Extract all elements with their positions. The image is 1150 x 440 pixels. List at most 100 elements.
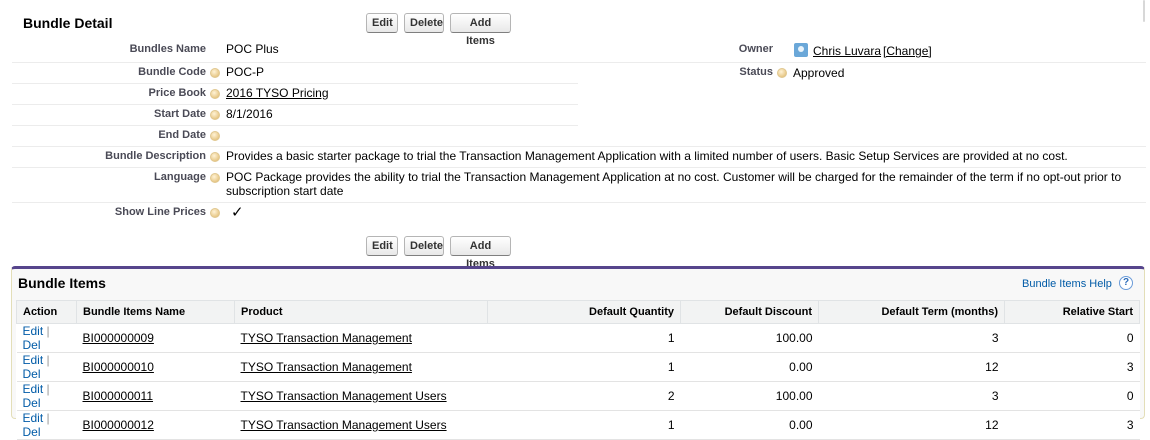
product-link[interactable]: TYSO Transaction Management Users [241,418,447,432]
add-items-button-top[interactable]: Add Items [450,13,511,47]
col-default-term: Default Term (months) [818,300,1005,324]
action-separator: | [46,324,50,338]
delete-button-bottom[interactable]: Delete [404,236,444,256]
table-row: Edit | Del BI000000010 TYSO Transaction … [16,352,1140,382]
product-link[interactable]: TYSO Transaction Management [241,331,412,345]
action-separator: | [46,353,50,367]
edit-link[interactable]: Edit [23,382,44,396]
bundles-name-value: POC Plus [226,42,279,56]
help-bubble-icon[interactable] [210,68,220,78]
bundle-detail-title: Bundle Detail [23,15,113,31]
show-line-prices-label: Show Line Prices [114,206,206,218]
owner-link[interactable]: Chris Luvara [813,44,881,58]
table-row: Edit | Del BI000000011 TYSO Transaction … [16,381,1140,411]
row-actions: Edit | Del [16,323,77,353]
bundle-item-name-link[interactable]: BI000000009 [83,331,154,345]
show-line-prices-checkmark: ✓ [231,204,244,221]
language-value: POC Package provides the ability to tria… [226,170,1122,198]
bundle-description-label: Bundle Description [105,150,206,162]
default-quantity-cell: 1 [487,352,681,382]
default-term-cell: 3 [818,323,1005,353]
divider [12,104,578,105]
divider [12,125,578,126]
del-link[interactable]: Del [23,367,41,381]
col-default-quantity: Default Quantity [487,300,681,324]
relative-start-cell: 3 [1004,352,1140,382]
bundle-items-help-link[interactable]: Bundle Items Help [1022,278,1112,290]
table-row: Edit | Del BI000000009 TYSO Transaction … [16,323,1140,353]
bundles-name-label: Bundles Name [129,43,206,55]
table-row: Edit | Del BI000000012 TYSO Transaction … [16,410,1140,440]
relative-start-cell: 3 [1004,410,1140,440]
divider [12,146,1146,147]
divider [12,83,578,84]
status-value: Approved [793,66,845,80]
bundle-items-table: Action Bundle Items Name Product Default… [16,300,1140,440]
divider [12,167,1146,168]
default-term-cell: 3 [818,381,1005,411]
user-avatar-icon [794,43,808,57]
scrollbar-thumb[interactable] [1143,0,1145,22]
bundle-items-title: Bundle Items [18,275,106,291]
del-link[interactable]: Del [23,396,41,410]
bundle-code-label: Bundle Code [138,66,206,78]
end-date-label: End Date [158,129,206,141]
default-term-cell: 12 [818,352,1005,382]
col-action: Action [16,300,77,324]
delete-button-top[interactable]: Delete [404,13,444,33]
bundle-item-name-link[interactable]: BI000000010 [83,360,154,374]
help-bubble-icon[interactable] [210,208,220,218]
action-separator: | [46,411,50,425]
col-bundle-items-name: Bundle Items Name [76,300,235,324]
del-link[interactable]: Del [23,338,41,352]
status-label: Status [739,66,773,78]
row-actions: Edit | Del [16,410,77,440]
action-separator: | [46,382,50,396]
help-bubble-icon[interactable] [210,89,220,99]
start-date-label: Start Date [154,108,206,120]
col-default-discount: Default Discount [680,300,819,324]
add-items-button-bottom[interactable]: Add Items [450,236,511,270]
language-label: Language [154,171,206,183]
edit-link[interactable]: Edit [23,411,44,425]
help-bubble-icon[interactable] [210,131,220,141]
row-actions: Edit | Del [16,352,77,382]
help-bubble-icon[interactable] [210,173,220,183]
relative-start-cell: 0 [1004,323,1140,353]
change-owner-link[interactable]: [Change] [883,44,932,58]
edit-link[interactable]: Edit [23,324,44,338]
col-product: Product [234,300,488,324]
default-discount-cell: 0.00 [680,352,819,382]
table-header-row: Action Bundle Items Name Product Default… [16,300,1140,324]
start-date-value: 8/1/2016 [226,107,273,121]
help-bubble-icon[interactable] [210,110,220,120]
default-quantity-cell: 1 [487,410,681,440]
default-discount-cell: 100.00 [680,381,819,411]
default-discount-cell: 0.00 [680,410,819,440]
price-book-link[interactable]: 2016 TYSO Pricing [226,86,329,100]
edit-button-top[interactable]: Edit [366,13,398,33]
product-link[interactable]: TYSO Transaction Management [241,360,412,374]
bundle-item-name-link[interactable]: BI000000012 [83,418,154,432]
default-term-cell: 12 [818,410,1005,440]
edit-link[interactable]: Edit [23,353,44,367]
bundle-description-value: Provides a basic starter package to tria… [226,149,1068,163]
edit-button-bottom[interactable]: Edit [366,236,398,256]
divider [12,202,1146,203]
relative-start-cell: 0 [1004,381,1140,411]
help-bubble-icon[interactable] [777,68,787,78]
price-book-label: Price Book [148,87,206,99]
divider [12,62,1146,63]
default-discount-cell: 100.00 [680,323,819,353]
owner-label: Owner [738,43,773,55]
bundle-item-name-link[interactable]: BI000000011 [83,389,154,403]
del-link[interactable]: Del [23,425,41,439]
row-actions: Edit | Del [16,381,77,411]
product-link[interactable]: TYSO Transaction Management Users [241,389,447,403]
col-relative-start: Relative Start [1004,300,1140,324]
help-icon[interactable]: ? [1119,276,1133,290]
help-bubble-icon[interactable] [210,152,220,162]
bundle-code-value: POC-P [226,65,265,79]
default-quantity-cell: 1 [487,323,681,353]
default-quantity-cell: 2 [487,381,681,411]
